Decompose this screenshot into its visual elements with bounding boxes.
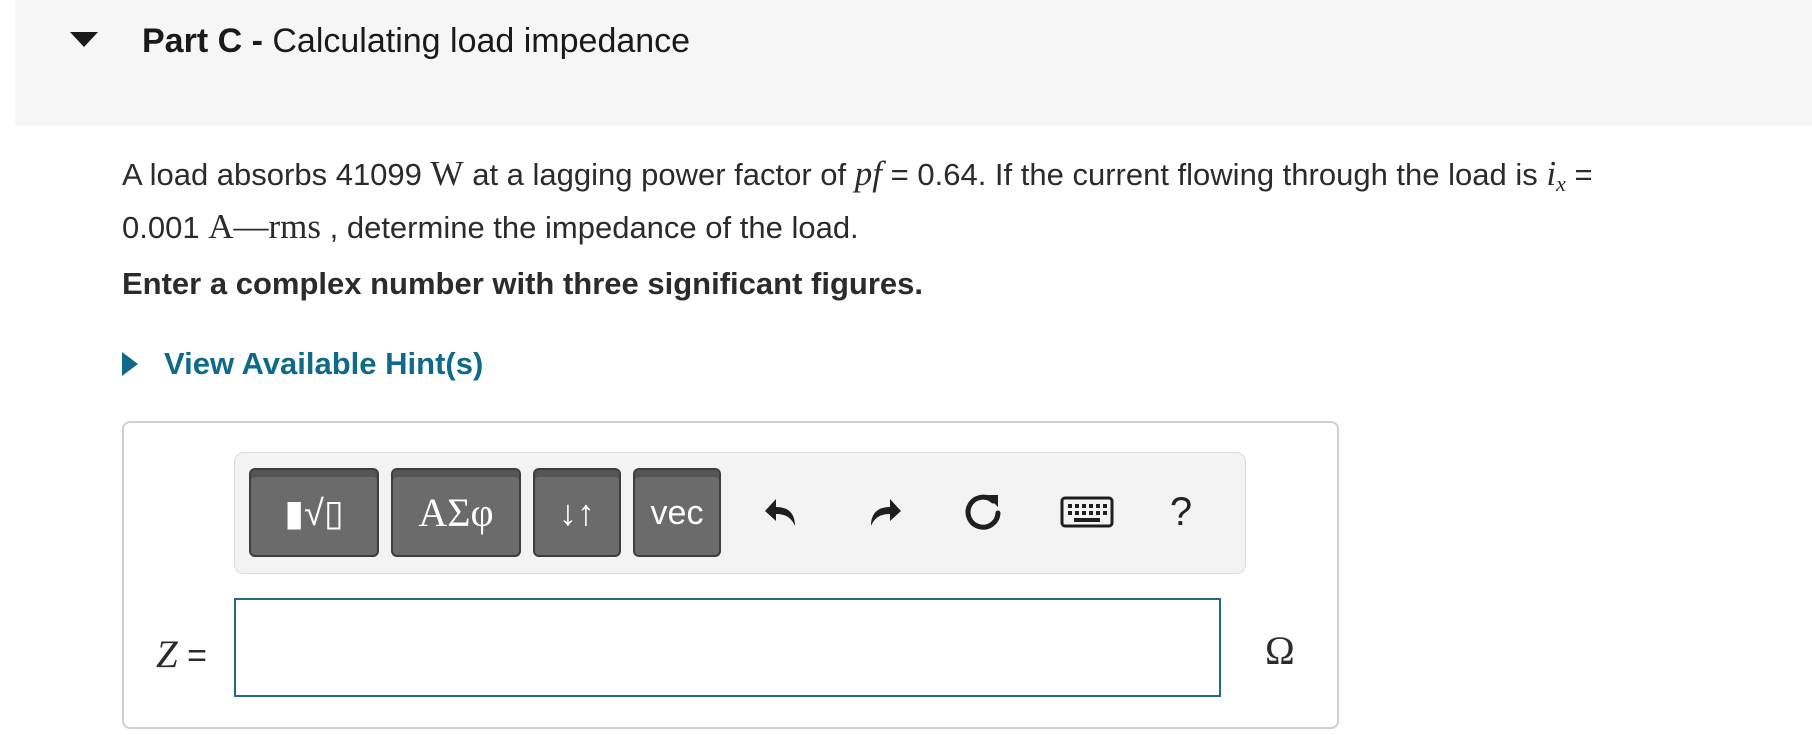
problem-statement: A load absorbs 41099 W at a lagging powe… bbox=[122, 152, 1802, 249]
templates-icon: ▮√▯ bbox=[284, 491, 344, 533]
subscript-superscript-button[interactable]: ↓↑ bbox=[533, 468, 621, 557]
pf-symbol: pf bbox=[854, 154, 883, 193]
answer-variable-label: Z = bbox=[156, 632, 207, 677]
problem-text-6: , determine the impedance of the load. bbox=[329, 210, 859, 245]
part-header[interactable]: Part C - Calculating load impedance bbox=[15, 0, 1812, 126]
help-icon: ? bbox=[1169, 489, 1193, 534]
problem-page: Part C - Calculating load impedance A lo… bbox=[0, 0, 1812, 735]
problem-text-1: A load absorbs 41099 bbox=[122, 157, 422, 192]
vector-button[interactable]: vec bbox=[633, 468, 721, 557]
caret-right-icon[interactable] bbox=[122, 352, 138, 376]
variable-symbol: Z bbox=[156, 633, 178, 676]
help-button[interactable]: ? bbox=[1152, 483, 1210, 541]
greek-symbols-icon: ΑΣφ bbox=[418, 489, 494, 535]
keyboard-button[interactable] bbox=[1054, 483, 1120, 541]
problem-text-5: 0.001 bbox=[122, 210, 200, 245]
problem-text-3: = 0.64. If the current flowing through t… bbox=[890, 157, 1538, 192]
equals-sign: = bbox=[187, 637, 208, 675]
unit-amps: A bbox=[208, 207, 234, 246]
keyboard-icon bbox=[1060, 496, 1114, 528]
unit-ohm: Ω bbox=[1265, 628, 1295, 673]
arrows-icon: ↓↑ bbox=[559, 491, 595, 533]
answer-input[interactable] bbox=[234, 598, 1221, 697]
view-hints-link[interactable]: View Available Hint(s) bbox=[164, 346, 483, 382]
problem-text-2: at a lagging power factor of bbox=[472, 157, 847, 192]
undo-icon bbox=[765, 499, 795, 526]
part-label: Part C bbox=[142, 22, 243, 60]
part-title-text: Calculating load impedance bbox=[272, 22, 691, 60]
unit-rms: rms bbox=[268, 207, 321, 246]
vector-label: vec bbox=[650, 493, 704, 532]
unit-dash: — bbox=[233, 207, 269, 246]
instruction-text: Enter a complex number with three signif… bbox=[122, 266, 923, 301]
part-separator: - bbox=[251, 22, 263, 60]
answer-panel: ▮√▯ ΑΣφ ↓↑ vec ? Z = Ω bbox=[122, 421, 1339, 729]
redo-button[interactable] bbox=[854, 483, 912, 541]
current-subscript: x bbox=[1556, 171, 1566, 196]
redo-icon bbox=[871, 499, 901, 526]
caret-down-icon[interactable] bbox=[70, 32, 98, 47]
reset-button[interactable] bbox=[954, 483, 1012, 541]
problem-text-4: = bbox=[1574, 157, 1593, 192]
math-toolbar: ▮√▯ ΑΣφ ↓↑ vec ? bbox=[234, 452, 1246, 574]
view-hints-toggle[interactable]: View Available Hint(s) bbox=[122, 346, 483, 382]
undo-button[interactable] bbox=[754, 483, 812, 541]
templates-button[interactable]: ▮√▯ bbox=[249, 468, 379, 557]
unit-watts: W bbox=[430, 154, 464, 193]
part-title: Part C - Calculating load impedance bbox=[142, 20, 690, 62]
reset-icon bbox=[965, 494, 1001, 530]
current-symbol: i bbox=[1546, 154, 1557, 193]
greek-symbols-button[interactable]: ΑΣφ bbox=[391, 468, 521, 557]
